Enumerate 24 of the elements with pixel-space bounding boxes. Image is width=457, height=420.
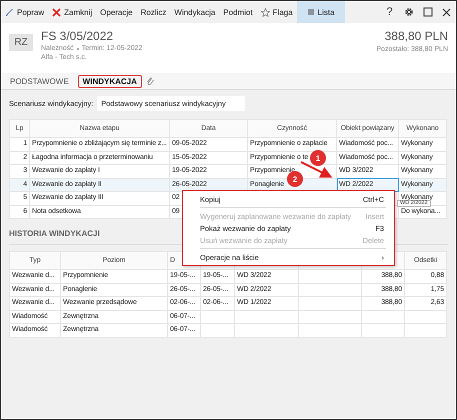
toolbar-button[interactable]: Operacje	[96, 1, 137, 23]
list-icon	[306, 8, 315, 16]
toolbar-button[interactable]: Rozlicz	[136, 1, 170, 23]
toolbar-button[interactable]: Lista	[296, 1, 345, 23]
toolbar-button[interactable]: Zamknij	[48, 1, 96, 23]
document-type-badge: RZ	[9, 34, 33, 51]
settings-icon	[404, 7, 414, 17]
toolbar-button[interactable]: Flaga	[256, 1, 297, 23]
amount: 388,80 PLN	[384, 29, 448, 43]
document-title: FS 3/05/2022	[41, 29, 114, 43]
annotation-arrow	[300, 161, 332, 178]
separator-dot	[76, 48, 79, 50]
help-button[interactable]: ?	[380, 1, 399, 23]
cross-icon	[52, 8, 62, 16]
toolbar-button[interactable]: Popraw	[1, 1, 48, 23]
maximize-icon	[422, 7, 432, 17]
tab[interactable]: PODSTAWOWE	[5, 74, 74, 88]
close-icon	[442, 8, 451, 16]
toolbar-button[interactable]: Windykacja	[170, 1, 220, 23]
tab[interactable]: WINDYKACJA	[78, 74, 142, 88]
brush-icon	[5, 8, 14, 16]
paperclip-icon[interactable]	[146, 76, 154, 86]
toolbar-button[interactable]: Podmiot	[219, 1, 257, 23]
star-icon	[260, 8, 270, 16]
